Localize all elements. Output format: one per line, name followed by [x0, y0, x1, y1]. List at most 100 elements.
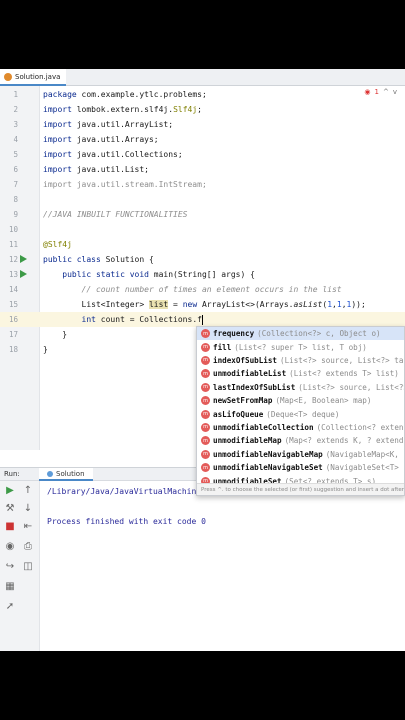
completion-item[interactable]: m unmodifiableNavigableMap (NavigableMap…	[197, 448, 404, 461]
scroll-down-icon[interactable]: ↓	[22, 503, 34, 515]
code-text: import java.util.stream.IntStream;	[43, 180, 207, 189]
print-icon[interactable]: ⎙	[22, 541, 34, 553]
completion-signature: (Map<? extends K, ? extends V> m)	[284, 436, 405, 446]
line-number: 5	[13, 150, 18, 159]
line-number: 17	[8, 330, 18, 339]
text-caret	[201, 314, 203, 325]
line-number: 10	[8, 225, 18, 234]
exit-icon[interactable]: ↪	[4, 561, 16, 573]
completion-name: lastIndexOfSubList	[213, 382, 296, 392]
code-line: 14 // count number of times an element o…	[0, 282, 405, 297]
line-number: 6	[13, 165, 18, 174]
completion-signature: (List<? extends T> list)	[289, 369, 399, 379]
method-icon: m	[201, 463, 210, 473]
code-text: import java.util.List;	[43, 165, 149, 174]
camera-icon[interactable]: ◉	[4, 541, 16, 553]
completion-item[interactable]: m unmodifiableMap (Map<? extends K, ? ex…	[197, 434, 405, 447]
method-icon: m	[201, 342, 210, 352]
completion-name: indexOfSubList	[213, 355, 278, 365]
completion-name: unmodifiableMap	[213, 436, 282, 446]
code-completion-popup[interactable]: m frequency (Collection<?> c, Object o) …	[196, 326, 405, 496]
line-number: 2	[13, 105, 18, 114]
code-line: 12 public class Solution {	[0, 252, 405, 267]
code-text: import lombok.extern.slf4j.Slf4j;	[43, 105, 202, 114]
completion-name: unmodifiableList	[213, 369, 287, 379]
line-number: 9	[13, 210, 18, 219]
completion-item[interactable]: m lastIndexOfSubList (List<?> source, Li…	[197, 381, 404, 394]
run-class-icon[interactable]	[20, 255, 27, 263]
code-line: 11 @Slf4j	[0, 237, 405, 252]
code-text: import java.util.Arrays;	[43, 135, 159, 144]
line-number: 14	[8, 285, 18, 294]
soft-wrap-icon[interactable]: ⇤	[22, 521, 34, 533]
completion-name: fill	[213, 342, 232, 352]
run-main-icon[interactable]	[20, 270, 27, 278]
run-label: Run:	[4, 470, 20, 478]
line-number: 12	[8, 255, 18, 264]
editor-tab-bar: Solution.java	[0, 69, 405, 86]
method-icon: m	[201, 396, 210, 406]
run-tab-solution[interactable]: Solution	[39, 468, 93, 481]
ide-window: Solution.java ◉ 1 ^ v 1 package com.exam…	[0, 69, 405, 651]
completion-name: newSetFromMap	[213, 396, 273, 406]
line-number: 7	[13, 180, 18, 189]
method-icon: m	[201, 409, 210, 419]
code-comment: // count number of times an element occu…	[81, 285, 342, 294]
code-line: 4 import java.util.Arrays;	[0, 132, 405, 147]
rerun-icon[interactable]: ▶	[4, 485, 16, 497]
code-text: }	[62, 330, 68, 339]
method-icon: m	[201, 329, 210, 339]
line-number: 18	[8, 345, 18, 354]
code-line: 15 List<Integer> list = new ArrayList<>(…	[0, 297, 405, 312]
code-text: public static void main(String[] args) {	[62, 270, 255, 279]
code-text[interactable]: int count = Collections.f	[43, 312, 203, 327]
code-line: 2 import lombok.extern.slf4j.Slf4j;	[0, 102, 405, 117]
line-number: 4	[13, 135, 18, 144]
completion-name: asLifoQueue	[213, 409, 264, 419]
run-config-icon	[47, 470, 53, 477]
code-line: 6 import java.util.List;	[0, 162, 405, 177]
code-text: package com.example.ytlc.problems;	[43, 90, 207, 99]
pin-icon[interactable]: ➚	[4, 601, 16, 613]
layout-icon[interactable]: ▦	[4, 581, 16, 593]
method-icon: m	[201, 369, 210, 379]
completion-name: unmodifiableCollection	[213, 422, 314, 432]
code-line: 10	[0, 222, 405, 237]
line-number: 3	[13, 120, 18, 129]
method-icon: m	[201, 449, 210, 459]
code-line: 13 public static void main(String[] args…	[0, 267, 405, 282]
stop-icon[interactable]: ■	[4, 521, 16, 533]
completion-item-selected[interactable]: m frequency (Collection<?> c, Object o)	[197, 327, 404, 341]
code-line: 7 import java.util.stream.IntStream;	[0, 177, 405, 192]
line-number: 15	[8, 300, 18, 309]
code-annotation: @Slf4j	[43, 240, 72, 249]
code-text: }	[43, 345, 48, 354]
completion-item[interactable]: m newSetFromMap (Map<E, Boolean> map)	[197, 394, 404, 407]
run-tab-label: Solution	[56, 469, 85, 478]
wrench-icon[interactable]: ⚒	[4, 503, 16, 515]
run-console-output[interactable]: /Library/Java/JavaVirtualMachines/jdk1.8…	[40, 481, 405, 651]
line-number: 11	[8, 240, 18, 249]
completion-signature: (Deque<T> deque)	[266, 409, 340, 419]
scroll-up-icon[interactable]: ↑	[22, 485, 34, 497]
completion-signature: (Map<E, Boolean> map)	[275, 396, 372, 406]
tab-solution-java[interactable]: Solution.java	[0, 69, 67, 86]
completion-item[interactable]: m unmodifiableList (List<? extends T> li…	[197, 367, 404, 380]
line-number: 1	[13, 90, 18, 99]
code-text: import java.util.ArrayList;	[43, 120, 174, 129]
java-file-icon	[4, 72, 12, 81]
completion-item[interactable]: m indexOfSubList (List<?> source, List<?…	[197, 354, 404, 367]
code-text: List<Integer> list = new ArrayList<>(Arr…	[43, 300, 366, 309]
completion-signature: (Collection<?> c, Object o)	[257, 329, 381, 339]
completion-item[interactable]: m fill (List<? super T> list, T obj)	[197, 340, 404, 353]
completion-signature: (List<? super T> list, T obj)	[234, 342, 367, 352]
code-line: 3 import java.util.ArrayList;	[0, 117, 405, 132]
completion-item[interactable]: m unmodifiableNavigableSet (NavigableSet…	[197, 461, 404, 474]
completion-signature: (List<?> source, List<?> target)	[280, 355, 404, 365]
code-line: 1 package com.example.ytlc.problems;	[0, 87, 405, 102]
completion-signature: (NavigableMap<K, ? extends V> m)	[325, 449, 404, 459]
trash-icon[interactable]: ◫	[22, 561, 34, 573]
code-text: public class Solution {	[43, 255, 154, 264]
completion-item[interactable]: m asLifoQueue (Deque<T> deque)	[197, 407, 404, 420]
completion-item[interactable]: m unmodifiableCollection (Collection<? e…	[197, 421, 404, 434]
